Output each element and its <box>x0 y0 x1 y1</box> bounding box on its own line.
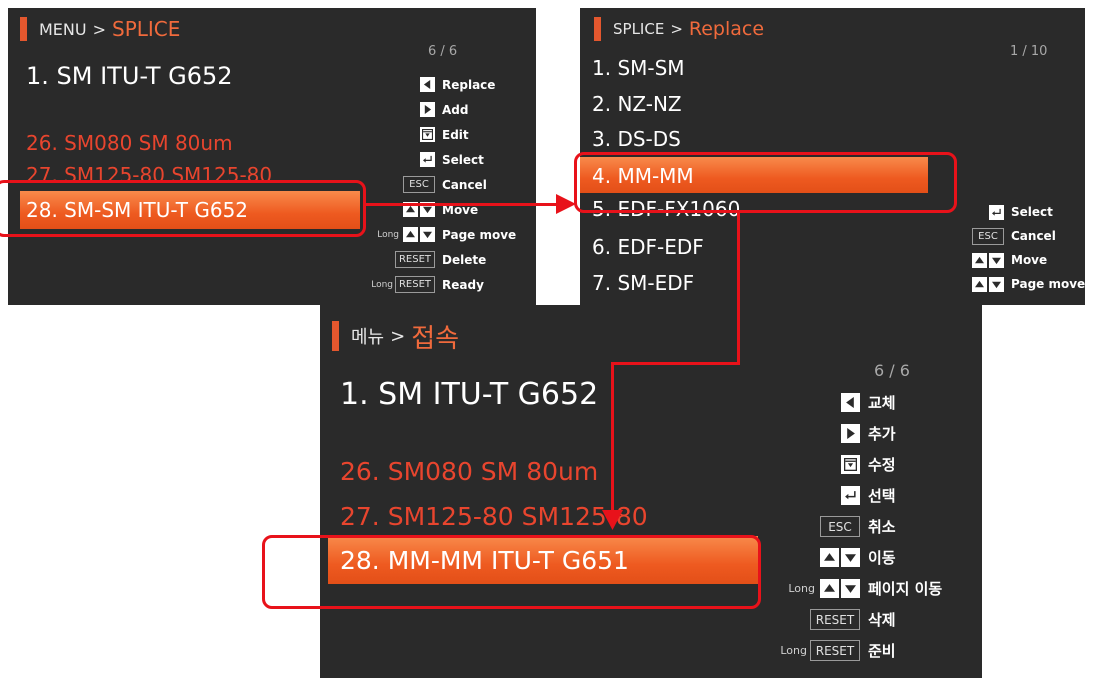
esc-key: ESC <box>972 227 1004 245</box>
screen-splice-menu-en: MENU > SPLICE 6 / 6 1. SM ITU-T G652 26.… <box>8 8 536 305</box>
breadcrumb-root: 메뉴 <box>351 327 385 348</box>
breadcrumb-separator: > <box>670 20 683 38</box>
up-arrow-icon <box>820 579 839 598</box>
help-page-move: Page move <box>442 227 517 242</box>
help-cancel: 취소 <box>868 518 896 536</box>
left-arrow-icon <box>420 77 435 92</box>
annotation-arrow-line <box>366 203 560 206</box>
up-arrow-icon <box>820 548 839 567</box>
long-press-label: Long <box>377 229 399 240</box>
up-arrow-icon <box>403 227 418 242</box>
down-arrow-icon <box>841 579 860 598</box>
esc-key: ESC <box>820 516 860 537</box>
enter-icon <box>989 204 1004 220</box>
help-page-move: Page move <box>1011 277 1085 291</box>
reset-key: RESET <box>395 251 435 268</box>
page-indicator: 6 / 6 <box>874 361 910 380</box>
up-arrow-icon <box>972 276 987 292</box>
help-move: 이동 <box>868 549 896 567</box>
help-add: Add <box>442 102 469 117</box>
annotation-box-selected-item-screen2 <box>574 152 957 213</box>
breadcrumb-root: MENU <box>39 19 87 39</box>
help-move: Move <box>1011 253 1048 267</box>
breadcrumb-current: 접속 <box>411 323 460 354</box>
help-page-move: 페이지 이동 <box>868 580 943 598</box>
breadcrumb-current: SPLICE <box>112 17 181 41</box>
esc-key: ESC <box>403 176 435 193</box>
reset-key: RESET <box>395 276 435 293</box>
breadcrumb-current: Replace <box>688 18 765 40</box>
help-replace: 교체 <box>868 394 896 412</box>
annotation-arrowhead-down-icon <box>602 510 623 530</box>
list-item[interactable]: 3. DS-DS <box>592 127 681 151</box>
list-item[interactable]: 1. SM-SM <box>592 56 685 80</box>
page-indicator: 1 / 10 <box>1010 44 1048 59</box>
help-select: Select <box>1011 205 1053 219</box>
list-item[interactable]: 26. SM080 SM 80um <box>340 457 598 486</box>
breadcrumb: 메뉴 > 접속 <box>332 319 460 354</box>
annotation-box-selected-item-screen1 <box>0 180 366 237</box>
page-indicator: 6 / 6 <box>428 44 458 59</box>
reset-key: RESET <box>810 609 860 630</box>
list-title[interactable]: 1. SM ITU-T G652 <box>26 62 233 90</box>
edit-icon <box>420 127 435 142</box>
edit-icon <box>841 455 860 474</box>
help-cancel: Cancel <box>1011 229 1056 243</box>
annotation-arrow-line <box>611 362 740 365</box>
up-arrow-icon <box>972 252 987 268</box>
right-arrow-icon <box>841 424 860 443</box>
help-panel: 교체 추가 수정 선택 ESC 취소 이동 Long 페이지 이동 RESET 삭제 … <box>780 387 942 666</box>
list-item[interactable]: 7. SM-EDF <box>592 271 694 295</box>
enter-icon <box>420 152 435 167</box>
annotation-arrowhead-right-icon <box>556 194 576 214</box>
left-arrow-icon <box>841 393 860 412</box>
list-item[interactable]: 2. NZ-NZ <box>592 92 682 116</box>
long-press-label: Long <box>780 644 807 657</box>
reset-key: RESET <box>810 640 860 661</box>
help-edit: 수정 <box>868 456 896 474</box>
down-arrow-icon <box>989 252 1004 268</box>
help-delete: 삭제 <box>868 611 896 629</box>
right-arrow-icon <box>420 102 435 117</box>
breadcrumb-separator: > <box>390 325 406 347</box>
breadcrumb: SPLICE > Replace <box>594 16 764 42</box>
annotation-arrow-line <box>737 213 740 365</box>
help-delete: Delete <box>442 252 487 267</box>
breadcrumb-separator: > <box>92 19 106 39</box>
help-replace: Replace <box>442 77 496 92</box>
list-item[interactable]: 6. EDF-EDF <box>592 235 704 259</box>
help-add: 추가 <box>868 425 896 443</box>
help-edit: Edit <box>442 127 469 142</box>
help-select: Select <box>442 152 484 167</box>
enter-icon <box>841 486 860 505</box>
help-panel: Select ESC Cancel Move Page move <box>970 200 1085 296</box>
annotation-box-selected-item-screen3 <box>262 535 761 609</box>
help-cancel: Cancel <box>442 177 487 192</box>
screen-splice-menu-ko: 메뉴 > 접속 6 / 6 1. SM ITU-T G652 26. SM080… <box>320 305 982 678</box>
breadcrumb-root: SPLICE <box>613 20 665 38</box>
breadcrumb: MENU > SPLICE <box>20 16 180 42</box>
down-arrow-icon <box>420 227 435 242</box>
long-press-label: Long <box>371 279 393 290</box>
down-arrow-icon <box>841 548 860 567</box>
list-item[interactable]: 26. SM080 SM 80um <box>26 131 233 155</box>
help-select: 선택 <box>868 487 896 505</box>
list-title[interactable]: 1. SM ITU-T G652 <box>340 377 598 412</box>
help-ready: 준비 <box>868 642 896 660</box>
long-press-label: Long <box>788 582 815 595</box>
down-arrow-icon <box>989 276 1004 292</box>
help-ready: Ready <box>442 277 484 292</box>
help-panel: Replace Add Edit Select ESC Cancel Move L… <box>371 72 517 297</box>
annotation-arrow-line <box>611 362 614 514</box>
